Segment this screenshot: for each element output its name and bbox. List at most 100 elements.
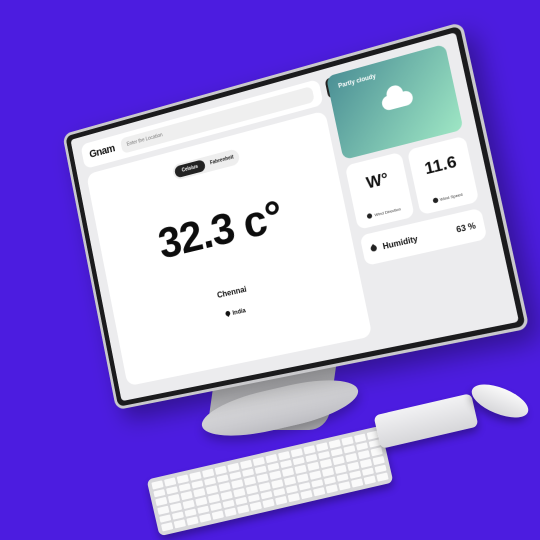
keyboard-key — [243, 476, 257, 486]
keyboard-key — [176, 474, 189, 484]
keyboard-key — [267, 462, 280, 472]
keyboard-key — [351, 478, 364, 488]
keyboard-key — [229, 471, 242, 481]
keyboard-key — [321, 467, 335, 477]
celsius-button[interactable]: Celsius — [173, 159, 207, 179]
keyboard-key — [294, 464, 307, 474]
keyboard-key — [305, 453, 318, 463]
keyboard-key — [235, 496, 248, 506]
keyboard-key — [214, 465, 227, 475]
keyboard-key — [207, 493, 221, 503]
keyboard-key — [165, 485, 179, 495]
keyboard-key — [336, 473, 349, 483]
keyboard-key — [182, 499, 195, 509]
keyboard-key — [249, 502, 262, 511]
weather-app-screen: Gnam Search Celsius Fahrenheit 32.3 c° C… — [70, 32, 520, 402]
keyboard-key — [345, 453, 358, 463]
keyboard-key — [319, 459, 333, 469]
keyboard-key — [258, 482, 271, 492]
keyboard-key — [186, 516, 199, 526]
keyboard-key — [271, 479, 284, 489]
humidity-label: Humidity — [381, 233, 419, 251]
keyboard-key — [265, 453, 278, 463]
keyboard-key — [180, 491, 193, 501]
keyboard-key — [169, 502, 183, 512]
keyboard-key — [195, 496, 208, 506]
keyboard-key — [218, 482, 231, 492]
keyboard-key — [316, 442, 329, 452]
keyboard-key — [227, 462, 240, 472]
compass-icon — [366, 212, 374, 220]
app-logo: Gnam — [88, 142, 116, 161]
keyboard-key — [372, 455, 385, 465]
keyboard-key — [247, 493, 261, 503]
keyboard-key — [202, 468, 215, 478]
keyboard-key — [376, 472, 389, 482]
keyboard-key — [164, 477, 177, 487]
keyboard-key — [205, 485, 219, 495]
keyboard-key — [298, 481, 311, 491]
keyboard-key — [355, 441, 369, 451]
keyboard-key — [361, 467, 375, 477]
wind-speed-value: 11.6 — [423, 153, 459, 179]
keyboard-key — [332, 456, 345, 466]
water-drop-icon — [369, 244, 379, 253]
keyboard-key — [224, 507, 237, 517]
keyboard-key — [328, 439, 341, 449]
keyboard-key — [159, 514, 172, 524]
keyboard-key — [349, 470, 362, 480]
keyboard-key — [290, 448, 303, 458]
keyboard-key — [283, 476, 297, 486]
keyboard-key — [343, 444, 356, 454]
unit-toggle: Celsius Fahrenheit — [171, 148, 241, 181]
monitor-mockup: Gnam Search Celsius Fahrenheit 32.3 c° C… — [32, 0, 540, 457]
keyboard-key — [240, 459, 253, 469]
location-pin-icon — [225, 309, 232, 317]
keyboard-key — [313, 487, 326, 497]
keyboard-key — [189, 471, 202, 481]
keyboard-key — [252, 456, 265, 466]
keyboard-key — [231, 479, 244, 489]
keyboard-key — [209, 502, 223, 512]
keyboard-key — [285, 484, 299, 494]
keyboard-key — [317, 450, 331, 460]
keyboard-key — [171, 511, 185, 521]
keyboard-key — [211, 510, 224, 520]
keyboard-key — [193, 488, 206, 498]
keyboard-key — [374, 464, 387, 474]
keyboard-key — [279, 459, 293, 469]
keyboard-key — [254, 465, 267, 475]
keyboard-key — [203, 476, 217, 486]
keyboard-key — [330, 447, 343, 457]
keyboard-key — [153, 488, 166, 498]
mouse — [467, 377, 533, 425]
keyboard-key — [287, 493, 300, 503]
keyboard-key — [155, 497, 168, 507]
monitor: Gnam Search Celsius Fahrenheit 32.3 c° C… — [62, 21, 530, 411]
wind-speed-label: Wind Speed — [439, 191, 464, 202]
keyboard-key — [262, 499, 275, 509]
keyboard-key — [256, 473, 269, 483]
keyboard-key — [357, 450, 371, 460]
wind-speed-label-row: Wind Speed — [418, 188, 477, 207]
keyboard-key — [363, 475, 376, 485]
keyboard-key — [173, 519, 186, 529]
keyboard-key — [359, 458, 373, 468]
keyboard-key — [151, 480, 164, 490]
cloud-icon — [380, 89, 415, 112]
keyboard-key — [216, 474, 229, 484]
keyboard-key — [296, 473, 309, 483]
wind-direction-label-row: Wind Direction — [355, 203, 413, 222]
keyboard-key — [233, 488, 246, 498]
keyboard-key — [334, 464, 347, 474]
keyboard-key — [281, 467, 295, 477]
keyboard-key — [303, 445, 316, 455]
keyboard-key — [278, 451, 291, 460]
wind-icon — [432, 197, 439, 204]
keyboard-key — [307, 462, 320, 472]
fahrenheit-button[interactable]: Fahrenheit — [206, 151, 239, 170]
wind-direction-card: W° Wind Direction — [344, 151, 415, 230]
wind-direction-label: Wind Direction — [373, 205, 402, 217]
keyboard-key — [273, 487, 286, 497]
keyboard-key — [178, 482, 191, 492]
